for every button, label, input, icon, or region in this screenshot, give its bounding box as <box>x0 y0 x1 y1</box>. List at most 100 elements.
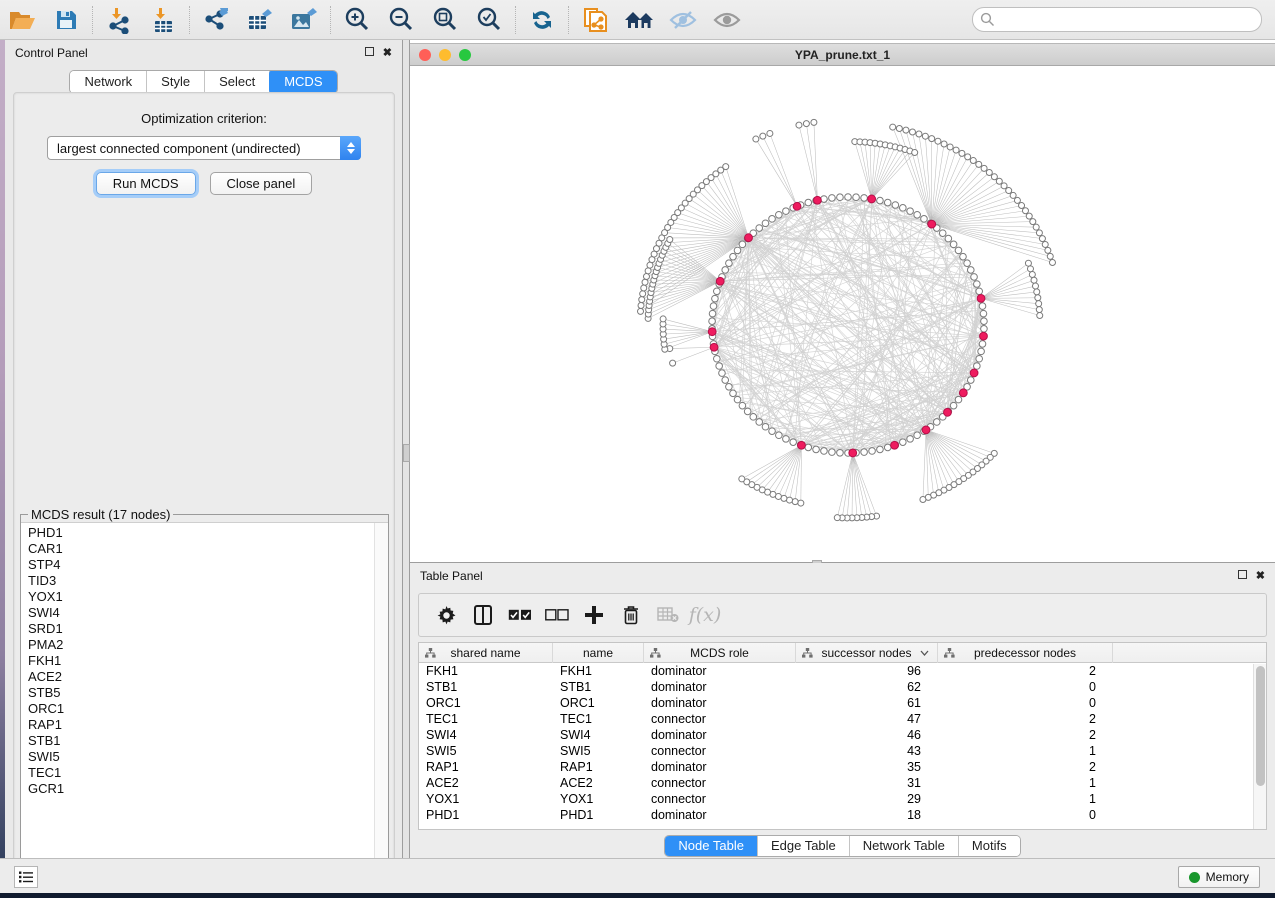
table-cell[interactable]: 1 <box>938 775 1113 791</box>
mcds-result-item[interactable]: CAR1 <box>28 541 374 557</box>
export-image-button[interactable] <box>287 4 321 36</box>
table-cell[interactable]: 2 <box>938 711 1113 727</box>
tab-node-table[interactable]: Node Table <box>665 836 758 856</box>
table-cell[interactable]: SWI4 <box>553 727 644 743</box>
table-cell[interactable]: dominator <box>644 759 796 775</box>
table-cell[interactable]: dominator <box>644 727 796 743</box>
run-mcds-button[interactable]: Run MCDS <box>96 172 196 195</box>
mcds-result-list[interactable]: PHD1CAR1STP4TID3YOX1SWI4SRD1PMA2FKH1ACE2… <box>21 522 388 879</box>
open-file-button[interactable] <box>5 4 39 36</box>
zoom-fit-button[interactable] <box>428 4 462 36</box>
table-cell[interactable]: 62 <box>796 679 938 695</box>
function-builder-button[interactable]: f(x) <box>690 600 720 630</box>
table-cell[interactable]: dominator <box>644 679 796 695</box>
table-cell[interactable]: PHD1 <box>553 807 644 823</box>
tab-network-table[interactable]: Network Table <box>850 836 959 856</box>
table-cell[interactable]: ACE2 <box>419 775 553 791</box>
network-canvas[interactable] <box>410 67 1275 563</box>
table-cell[interactable]: TEC1 <box>419 711 553 727</box>
table-cell[interactable]: SWI5 <box>419 743 553 759</box>
table-cell[interactable]: YOX1 <box>553 791 644 807</box>
optimization-criterion-select[interactable]: largest connected component (undirected) <box>47 136 361 160</box>
table-cell[interactable]: 1 <box>938 791 1113 807</box>
refresh-view-button[interactable] <box>525 4 559 36</box>
network-window-titlebar[interactable]: YPA_prune.txt_1 <box>410 43 1275 66</box>
table-cell[interactable]: FKH1 <box>553 663 644 679</box>
mcds-result-item[interactable]: GCR1 <box>28 781 374 797</box>
export-network-button[interactable] <box>199 4 233 36</box>
table-cell[interactable]: 0 <box>938 807 1113 823</box>
table-cell[interactable]: dominator <box>644 695 796 711</box>
table-cell[interactable]: RAP1 <box>553 759 644 775</box>
memory-button[interactable]: Memory <box>1178 866 1260 888</box>
table-cell[interactable]: 2 <box>938 759 1113 775</box>
table-cell[interactable]: 2 <box>938 727 1113 743</box>
table-cell[interactable]: 0 <box>938 695 1113 711</box>
table-cell[interactable]: ORC1 <box>553 695 644 711</box>
settings-gear-button[interactable] <box>431 600 461 630</box>
float-panel-icon[interactable] <box>365 47 374 59</box>
table-cell[interactable]: connector <box>644 743 796 759</box>
column-header-MCDS-role[interactable]: MCDS role <box>644 643 796 663</box>
column-header-successor-nodes[interactable]: successor nodes <box>796 643 938 663</box>
mcds-result-item[interactable]: RAP1 <box>28 717 374 733</box>
tab-edge-table[interactable]: Edge Table <box>758 836 850 856</box>
mcds-result-item[interactable]: PMA2 <box>28 637 374 653</box>
splitter-grip[interactable] <box>403 444 410 462</box>
mcds-result-item[interactable]: STB1 <box>28 733 374 749</box>
table-cell[interactable]: TEC1 <box>553 711 644 727</box>
export-table-button[interactable] <box>243 4 277 36</box>
show-all-button[interactable] <box>710 4 744 36</box>
table-cell[interactable]: 46 <box>796 727 938 743</box>
hide-selected-button[interactable] <box>666 4 700 36</box>
table-cell[interactable]: ORC1 <box>419 695 553 711</box>
save-session-button[interactable] <box>49 4 83 36</box>
table-row[interactable]: ORC1ORC1dominator610 <box>419 695 1266 711</box>
float-table-panel-icon[interactable] <box>1238 570 1247 582</box>
mcds-result-item[interactable]: STB5 <box>28 685 374 701</box>
table-cell[interactable]: connector <box>644 711 796 727</box>
select-all-button[interactable] <box>505 600 535 630</box>
column-header-predecessor-nodes[interactable]: predecessor nodes <box>938 643 1113 663</box>
column-header-shared-name[interactable]: shared name <box>419 643 553 663</box>
tab-network[interactable]: Network <box>70 71 147 93</box>
table-cell[interactable]: 18 <box>796 807 938 823</box>
table-cell[interactable]: STB1 <box>419 679 553 695</box>
mcds-result-item[interactable]: TEC1 <box>28 765 374 781</box>
tab-motifs[interactable]: Motifs <box>959 836 1020 856</box>
table-cell[interactable]: 1 <box>938 743 1113 759</box>
mcds-result-item[interactable]: PHD1 <box>28 525 374 541</box>
deselect-all-button[interactable] <box>542 600 572 630</box>
add-column-button[interactable] <box>579 600 609 630</box>
table-cell[interactable]: connector <box>644 791 796 807</box>
duplicate-network-button[interactable] <box>578 4 612 36</box>
table-cell[interactable]: YOX1 <box>419 791 553 807</box>
table-row[interactable]: PHD1PHD1dominator180 <box>419 807 1266 823</box>
table-cell[interactable]: 29 <box>796 791 938 807</box>
mcds-result-item[interactable]: ORC1 <box>28 701 374 717</box>
mcds-result-item[interactable]: FKH1 <box>28 653 374 669</box>
vertical-splitter[interactable] <box>403 40 410 858</box>
table-cell[interactable]: 2 <box>938 663 1113 679</box>
mcds-result-item[interactable]: SWI4 <box>28 605 374 621</box>
mcds-result-item[interactable]: ACE2 <box>28 669 374 685</box>
table-row[interactable]: FKH1FKH1dominator962 <box>419 663 1266 679</box>
table-cell[interactable]: dominator <box>644 663 796 679</box>
mcds-result-item[interactable]: SWI5 <box>28 749 374 765</box>
zoom-in-button[interactable] <box>340 4 374 36</box>
table-cell[interactable]: ACE2 <box>553 775 644 791</box>
zoom-selected-button[interactable] <box>472 4 506 36</box>
table-cell[interactable]: dominator <box>644 807 796 823</box>
show-columns-button[interactable] <box>468 600 498 630</box>
close-table-panel-icon[interactable]: ✖ <box>1256 571 1265 582</box>
mcds-result-item[interactable]: SRD1 <box>28 621 374 637</box>
table-scrollbar[interactable] <box>1253 664 1266 829</box>
close-panel-button[interactable]: Close panel <box>210 172 313 195</box>
table-cell[interactable]: SWI5 <box>553 743 644 759</box>
import-network-button[interactable] <box>102 4 136 36</box>
search-input[interactable] <box>972 7 1262 32</box>
delete-table-button[interactable] <box>653 600 683 630</box>
table-scrollbar-thumb[interactable] <box>1256 666 1265 786</box>
task-history-button[interactable] <box>14 866 38 888</box>
tab-select[interactable]: Select <box>205 71 270 93</box>
